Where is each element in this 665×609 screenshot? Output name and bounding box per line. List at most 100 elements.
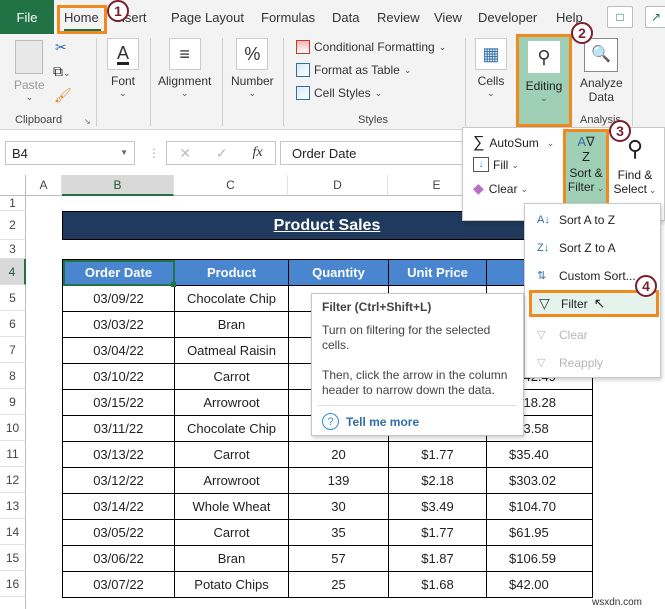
cell-total[interactable]: $61.95 — [486, 519, 593, 546]
cell-product[interactable]: Potato Chips — [174, 571, 289, 598]
cell-product[interactable]: Bran — [174, 311, 289, 338]
cell-order-date[interactable]: 03/03/22 — [62, 311, 175, 338]
row-header[interactable]: 3 — [0, 240, 26, 259]
cell-quantity[interactable]: 20 — [288, 441, 389, 468]
cell-total[interactable]: $106.59 — [486, 545, 593, 572]
format-painter-icon[interactable]: 🖌 — [54, 87, 72, 104]
number-button[interactable]: % Number ⌄ — [231, 38, 274, 98]
row-header[interactable]: 16 — [0, 571, 26, 597]
fill-button[interactable]: ↓ Fill ⌄ — [473, 157, 519, 172]
tab-file[interactable]: File — [0, 0, 54, 34]
tab-developer[interactable]: Developer — [478, 0, 537, 34]
cell-order-date[interactable]: 03/06/22 — [62, 545, 175, 572]
cut-icon[interactable]: ✂ — [55, 39, 67, 56]
row-header[interactable]: 4 — [0, 259, 26, 285]
row-header[interactable]: 10 — [0, 415, 26, 441]
cell-unit-price[interactable]: $1.68 — [388, 571, 487, 598]
cell-total[interactable]: $35.40 — [486, 441, 593, 468]
paste-button[interactable]: Paste ⌄ — [14, 40, 45, 102]
row-header[interactable] — [0, 597, 26, 609]
insert-function-icon[interactable]: fx — [252, 145, 262, 161]
find-select-button[interactable]: ⚲ Find & Select ⌄ — [609, 134, 661, 196]
cell-quantity[interactable]: 35 — [288, 519, 389, 546]
row-header[interactable]: 12 — [0, 467, 26, 493]
cell-unit-price[interactable]: $1.87 — [388, 545, 487, 572]
cell-product[interactable]: Chocolate Chip — [174, 415, 289, 442]
menu-item-sort-a-z[interactable]: A↓ Sort A to Z — [525, 206, 660, 233]
cell-order-date[interactable]: 03/09/22 — [62, 285, 175, 312]
row-header[interactable]: 13 — [0, 493, 26, 519]
cancel-icon[interactable]: ✕ — [179, 145, 191, 162]
tab-formulas[interactable]: Formulas — [261, 0, 315, 34]
cell-product[interactable]: Arrowroot — [174, 389, 289, 416]
editing-button[interactable]: ⚲ Editing ⌄ — [516, 34, 572, 127]
cell-order-date[interactable]: 03/13/22 — [62, 441, 175, 468]
column-header-a[interactable]: A — [26, 175, 62, 196]
cell-order-date[interactable]: 03/07/22 — [62, 571, 175, 598]
cell-quantity[interactable]: 139 — [288, 467, 389, 494]
copy-icon[interactable]: ⧉⌄ — [53, 63, 71, 80]
dialog-launcher-icon[interactable]: ↘ — [84, 117, 91, 126]
row-header[interactable]: 5 — [0, 285, 26, 311]
confirm-icon[interactable]: ✓ — [216, 145, 228, 162]
cell-order-date[interactable]: 03/05/22 — [62, 519, 175, 546]
cell-quantity[interactable]: 25 — [288, 571, 389, 598]
comments-button[interactable]: □ — [607, 6, 633, 28]
cell-styles-button[interactable]: Cell Styles ⌄ — [296, 86, 382, 100]
column-header-d[interactable]: D — [288, 175, 388, 196]
cell-product[interactable]: Arrowroot — [174, 467, 289, 494]
sort-filter-button[interactable]: A​∇ Z Sort & Filter ⌄ — [563, 129, 609, 209]
chevron-down-icon[interactable]: ▼ — [120, 148, 128, 157]
row-header[interactable]: 1 — [0, 196, 26, 211]
cell-quantity[interactable]: 57 — [288, 545, 389, 572]
tab-review[interactable]: Review — [377, 0, 420, 34]
alignment-button[interactable]: ≡ Alignment ⌄ — [158, 38, 211, 98]
clear-button[interactable]: ◆ Clear ⌄ — [473, 180, 528, 197]
cell-order-date[interactable]: 03/14/22 — [62, 493, 175, 520]
menu-item-sort-z-a[interactable]: Z↓ Sort Z to A — [525, 234, 660, 261]
format-as-table-button[interactable]: Format as Table ⌄ — [296, 63, 411, 77]
cell-order-date[interactable]: 03/04/22 — [62, 337, 175, 364]
tab-page-layout[interactable]: Page Layout — [171, 0, 244, 34]
row-header[interactable]: 11 — [0, 441, 26, 467]
row-header[interactable]: 15 — [0, 545, 26, 571]
cell-quantity[interactable]: 30 — [288, 493, 389, 520]
name-box[interactable]: B4 ▼ — [5, 141, 135, 165]
cell-order-date[interactable]: 03/12/22 — [62, 467, 175, 494]
cell-product[interactable]: Oatmeal Raisin — [174, 337, 289, 364]
fill-handle[interactable] — [171, 282, 176, 287]
cell-total[interactable]: $104.70 — [486, 493, 593, 520]
cell-product[interactable]: Carrot — [174, 363, 289, 390]
menu-item-clear[interactable]: ▽ Clear — [525, 321, 660, 348]
cell-total[interactable]: $303.02 — [486, 467, 593, 494]
cell-product[interactable]: Bran — [174, 545, 289, 572]
cell-total[interactable]: $42.00 — [486, 571, 593, 598]
analyze-data-button[interactable]: 🔍 Analyze Data — [580, 38, 623, 104]
row-header[interactable]: 6 — [0, 311, 26, 337]
cell-product[interactable]: Chocolate Chip — [174, 285, 289, 312]
tab-data[interactable]: Data — [332, 0, 359, 34]
cell-product[interactable]: Carrot — [174, 441, 289, 468]
row-header[interactable]: 7 — [0, 337, 26, 363]
font-button[interactable]: A Font ⌄ — [107, 38, 139, 98]
cell-unit-price[interactable]: $2.18 — [388, 467, 487, 494]
tell-me-more-link[interactable]: ? Tell me more — [322, 413, 419, 430]
cell-unit-price[interactable]: $3.49 — [388, 493, 487, 520]
cell-product[interactable]: Whole Wheat — [174, 493, 289, 520]
column-header-c[interactable]: C — [174, 175, 288, 196]
cell-product[interactable]: Carrot — [174, 519, 289, 546]
menu-item-reapply[interactable]: ▽ Reapply — [525, 349, 660, 376]
cell-order-date[interactable]: 03/15/22 — [62, 389, 175, 416]
tab-view[interactable]: View — [434, 0, 462, 34]
header-cell-quantity[interactable]: Quantity — [288, 259, 389, 286]
row-header[interactable]: 8 — [0, 363, 26, 389]
select-all-corner[interactable] — [0, 175, 26, 196]
row-header[interactable]: 9 — [0, 389, 26, 415]
header-cell-unit-price[interactable]: Unit Price — [388, 259, 487, 286]
row-header[interactable]: 2 — [0, 211, 26, 240]
cell-unit-price[interactable]: $1.77 — [388, 519, 487, 546]
column-header-b[interactable]: B — [62, 175, 174, 196]
row-header[interactable]: 14 — [0, 519, 26, 545]
conditional-formatting-button[interactable]: Conditional Formatting ⌄ — [296, 40, 446, 54]
cells-button[interactable]: ▦ Cells ⌄ — [475, 38, 507, 98]
